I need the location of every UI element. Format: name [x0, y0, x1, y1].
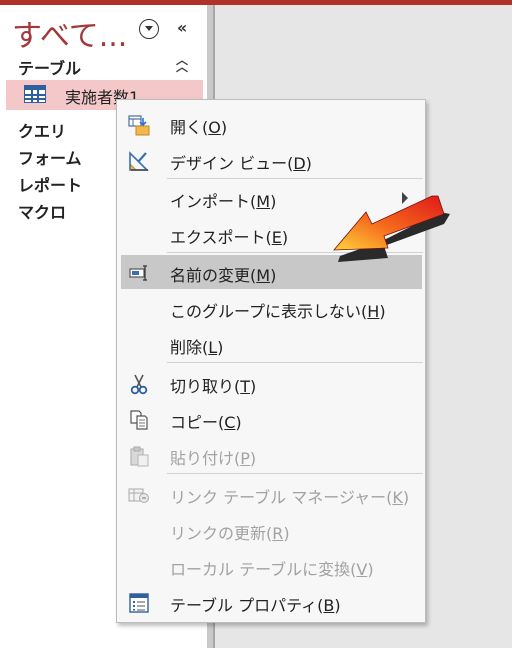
callout-arrow-icon: [333, 195, 450, 262]
nav-pane-title[interactable]: すべて...: [12, 11, 127, 55]
menu-item-delete[interactable]: 削除(L): [118, 327, 424, 361]
menu-separator: [167, 178, 423, 179]
copy-icon: [130, 410, 148, 430]
menu-item-copy[interactable]: コピー(C): [118, 402, 424, 436]
collapse-pane-icon[interactable]: ‹‹: [177, 18, 187, 37]
nav-category-macros[interactable]: マクロ: [18, 199, 66, 223]
menu-item-design-view[interactable]: デザイン ビュー(D): [118, 143, 424, 177]
menu-item-cut[interactable]: 切り取り(T): [118, 366, 424, 400]
menu-item-refresh-link[interactable]: リンクの更新(R): [118, 513, 424, 547]
rename-icon: [129, 265, 147, 281]
open-table-icon: [128, 115, 150, 136]
nav-category-reports[interactable]: レポート: [18, 172, 82, 196]
chevron-down-icon[interactable]: [139, 19, 159, 39]
linked-table-manager-icon: [128, 488, 149, 503]
context-menu: 開く(O) デザイン ビュー(D) インポート(M) エクスポート(E) 名前の…: [116, 99, 426, 623]
nav-category-forms[interactable]: フォーム: [18, 145, 82, 169]
paste-icon: [130, 446, 149, 467]
menu-item-open[interactable]: 開く(O): [118, 107, 424, 141]
table-properties-icon: [129, 593, 149, 613]
group-header-tables[interactable]: テーブル ︿ ︿: [0, 53, 207, 78]
design-view-icon: [129, 151, 149, 171]
chevron-up-icon[interactable]: ︿ ︿: [176, 54, 188, 73]
cut-icon: [130, 374, 148, 395]
menu-item-linked-table-manager[interactable]: リンク テーブル マネージャー(K): [118, 477, 424, 511]
nav-category-queries[interactable]: クエリ: [18, 118, 66, 142]
nav-header: すべて... ‹‹: [0, 5, 207, 54]
menu-separator: [167, 473, 423, 474]
menu-separator: [167, 362, 423, 363]
menu-item-table-properties[interactable]: テーブル プロパティ(B): [118, 585, 424, 619]
table-icon: [24, 85, 46, 103]
menu-item-paste[interactable]: 貼り付け(P): [118, 438, 424, 472]
menu-item-hide-in-group[interactable]: このグループに表示しない(H): [118, 291, 424, 325]
group-label: テーブル: [18, 59, 82, 78]
menu-item-convert-to-local[interactable]: ローカル テーブルに変換(V): [118, 549, 424, 583]
